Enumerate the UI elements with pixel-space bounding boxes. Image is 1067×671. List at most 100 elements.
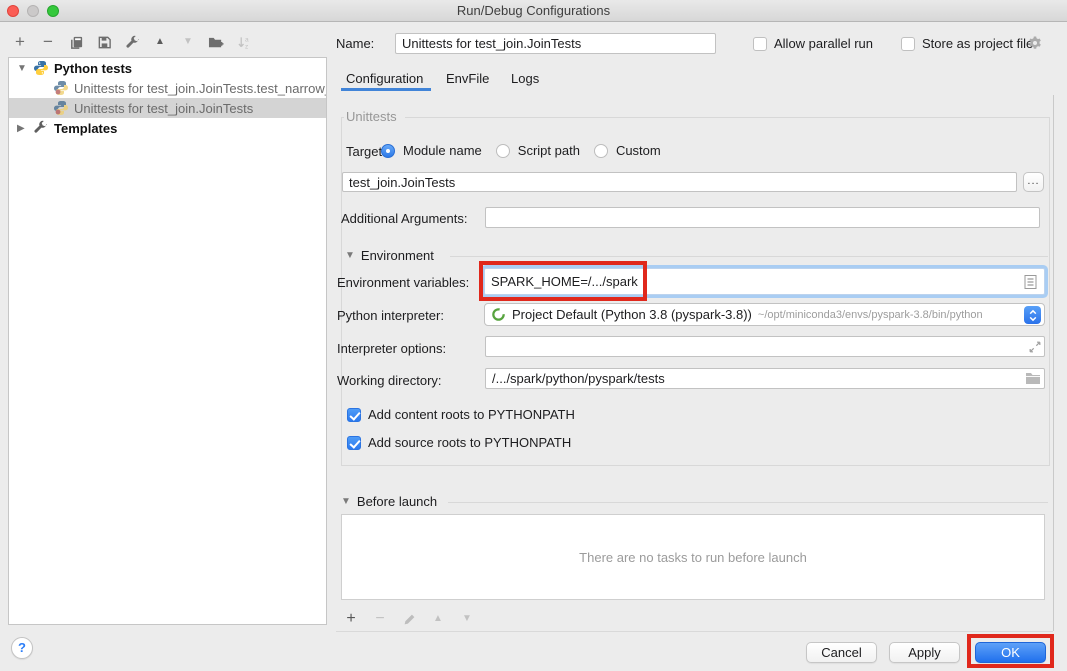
remove-icon[interactable]: −: [40, 34, 56, 50]
allow-parallel-run-option[interactable]: Allow parallel run: [753, 36, 873, 51]
browse-folder-icon[interactable]: [1025, 371, 1041, 385]
allow-parallel-run-label: Allow parallel run: [774, 36, 873, 51]
target-input[interactable]: [342, 172, 1017, 192]
tree-item-templates[interactable]: ▶ Templates: [9, 118, 326, 138]
python-interpreter-select[interactable]: Project Default (Python 3.8 (pyspark-3.8…: [484, 303, 1045, 326]
python-test-icon: [53, 100, 69, 116]
move-up-icon[interactable]: ▲: [152, 34, 168, 50]
save-icon[interactable]: [96, 34, 112, 50]
store-as-project-file-label: Store as project file: [922, 36, 1033, 51]
section-divider: [448, 502, 1048, 503]
content-bottom-divider: [336, 631, 1053, 632]
module-name-radio[interactable]: [381, 144, 395, 158]
tab-logs[interactable]: Logs: [511, 71, 539, 86]
script-path-radio[interactable]: [496, 144, 510, 158]
active-tab-underline: [341, 88, 431, 91]
tree-item-label: Unittests for test_join.JoinTests.test_n…: [74, 81, 326, 96]
add-source-roots-checkbox[interactable]: [347, 436, 361, 450]
zoom-button[interactable]: [47, 5, 59, 17]
panel-divider: [1053, 95, 1054, 631]
window-title: Run/Debug Configurations: [457, 3, 610, 18]
tree-item-label: Unittests for test_join.JoinTests: [74, 101, 253, 116]
custom-radio[interactable]: [594, 144, 608, 158]
target-radio-group: Module name Script path Custom: [381, 143, 667, 158]
move-down-icon[interactable]: ▼: [180, 34, 196, 50]
environment-section-header[interactable]: ▼ Environment: [345, 248, 434, 263]
environment-variables-label: Environment variables:: [337, 275, 469, 291]
wrench-icon: [33, 120, 49, 136]
python-interpreter-value: Project Default (Python 3.8 (pyspark-3.8…: [512, 307, 752, 322]
module-name-radio-label[interactable]: Module name: [403, 143, 482, 158]
chevron-down-icon[interactable]: ▼: [17, 63, 28, 74]
tab-configuration[interactable]: Configuration: [346, 71, 423, 86]
select-stepper-icon[interactable]: [1024, 306, 1041, 324]
section-divider: [450, 256, 1048, 257]
conda-environment-icon: [491, 307, 506, 322]
sort-icon[interactable]: az: [236, 34, 252, 50]
edit-templates-wrench-icon[interactable]: [124, 34, 140, 50]
store-as-project-file-checkbox[interactable]: [901, 37, 915, 51]
custom-radio-label[interactable]: Custom: [616, 143, 661, 158]
name-input[interactable]: [395, 33, 716, 54]
svg-text:a: a: [244, 36, 248, 43]
tree-item-label: Templates: [54, 121, 117, 136]
python-icon: [33, 60, 49, 76]
script-path-radio-label[interactable]: Script path: [518, 143, 580, 158]
edit-environment-variables-icon[interactable]: [1023, 274, 1038, 290]
apply-button[interactable]: Apply: [889, 642, 960, 663]
svg-text:z: z: [244, 43, 247, 49]
chevron-right-icon[interactable]: ▶: [17, 123, 28, 134]
working-directory-input[interactable]: [485, 368, 1045, 389]
move-up-icon[interactable]: ▲: [430, 611, 446, 627]
add-content-roots-checkbox[interactable]: [347, 408, 361, 422]
before-launch-section-header[interactable]: ▼ Before launch: [341, 494, 437, 509]
add-content-roots-option[interactable]: Add content roots to PYTHONPATH: [347, 407, 575, 422]
browse-button[interactable]: ...: [1023, 172, 1044, 192]
interpreter-options-input[interactable]: [485, 336, 1045, 357]
store-as-project-file-option[interactable]: Store as project file: [901, 36, 1033, 51]
tab-envfile[interactable]: EnvFile: [446, 71, 489, 86]
expand-field-icon[interactable]: [1028, 340, 1042, 354]
edit-icon[interactable]: [401, 611, 417, 627]
copy-icon[interactable]: [68, 34, 84, 50]
python-interpreter-label: Python interpreter:: [337, 308, 444, 324]
tree-item-python-tests[interactable]: ▼ Python tests: [9, 58, 326, 78]
titlebar: Run/Debug Configurations: [0, 0, 1067, 22]
ok-button[interactable]: OK: [975, 642, 1046, 663]
unittests-group-title: Unittests: [344, 109, 405, 124]
remove-icon[interactable]: −: [372, 611, 388, 627]
run-debug-configurations-dialog: Run/Debug Configurations + − ▲ ▼ az ▼ Py: [0, 0, 1067, 671]
environment-section-label: Environment: [361, 248, 434, 263]
gear-icon[interactable]: [1027, 35, 1043, 51]
add-icon[interactable]: +: [343, 611, 359, 627]
tree-item-unittests-test-narrow[interactable]: Unittests for test_join.JoinTests.test_n…: [9, 78, 326, 98]
target-label: Target:: [346, 144, 386, 160]
chevron-down-icon[interactable]: ▼: [341, 496, 351, 507]
configurations-toolbar: + − ▲ ▼ az: [12, 31, 252, 53]
move-down-icon[interactable]: ▼: [459, 611, 475, 627]
cancel-button[interactable]: Cancel: [806, 642, 877, 663]
add-source-roots-label: Add source roots to PYTHONPATH: [368, 435, 571, 450]
before-launch-empty-message: There are no tasks to run before launch: [579, 550, 807, 565]
before-launch-section-label: Before launch: [357, 494, 437, 509]
run-configurations-tree: ▼ Python tests Unittests for test_join.J…: [8, 57, 327, 625]
minimize-button[interactable]: [27, 5, 39, 17]
additional-arguments-label: Additional Arguments:: [341, 211, 467, 227]
name-label: Name:: [336, 36, 374, 52]
add-icon[interactable]: +: [12, 34, 28, 50]
add-source-roots-option[interactable]: Add source roots to PYTHONPATH: [347, 435, 571, 450]
tree-item-unittests-jointests[interactable]: Unittests for test_join.JoinTests: [9, 98, 326, 118]
additional-arguments-input[interactable]: [485, 207, 1040, 228]
before-launch-toolbar: + − ▲ ▼: [343, 610, 475, 628]
interpreter-options-label: Interpreter options:: [337, 341, 446, 357]
chevron-down-icon[interactable]: ▼: [345, 250, 355, 261]
new-folder-icon[interactable]: [208, 34, 224, 50]
close-button[interactable]: [7, 5, 19, 17]
help-button[interactable]: ?: [11, 637, 33, 659]
add-content-roots-label: Add content roots to PYTHONPATH: [368, 407, 575, 422]
allow-parallel-run-checkbox[interactable]: [753, 37, 767, 51]
before-launch-task-list[interactable]: There are no tasks to run before launch: [341, 514, 1045, 600]
working-directory-label: Working directory:: [337, 373, 442, 389]
environment-variables-input[interactable]: [484, 268, 1045, 295]
python-test-icon: [53, 80, 69, 96]
